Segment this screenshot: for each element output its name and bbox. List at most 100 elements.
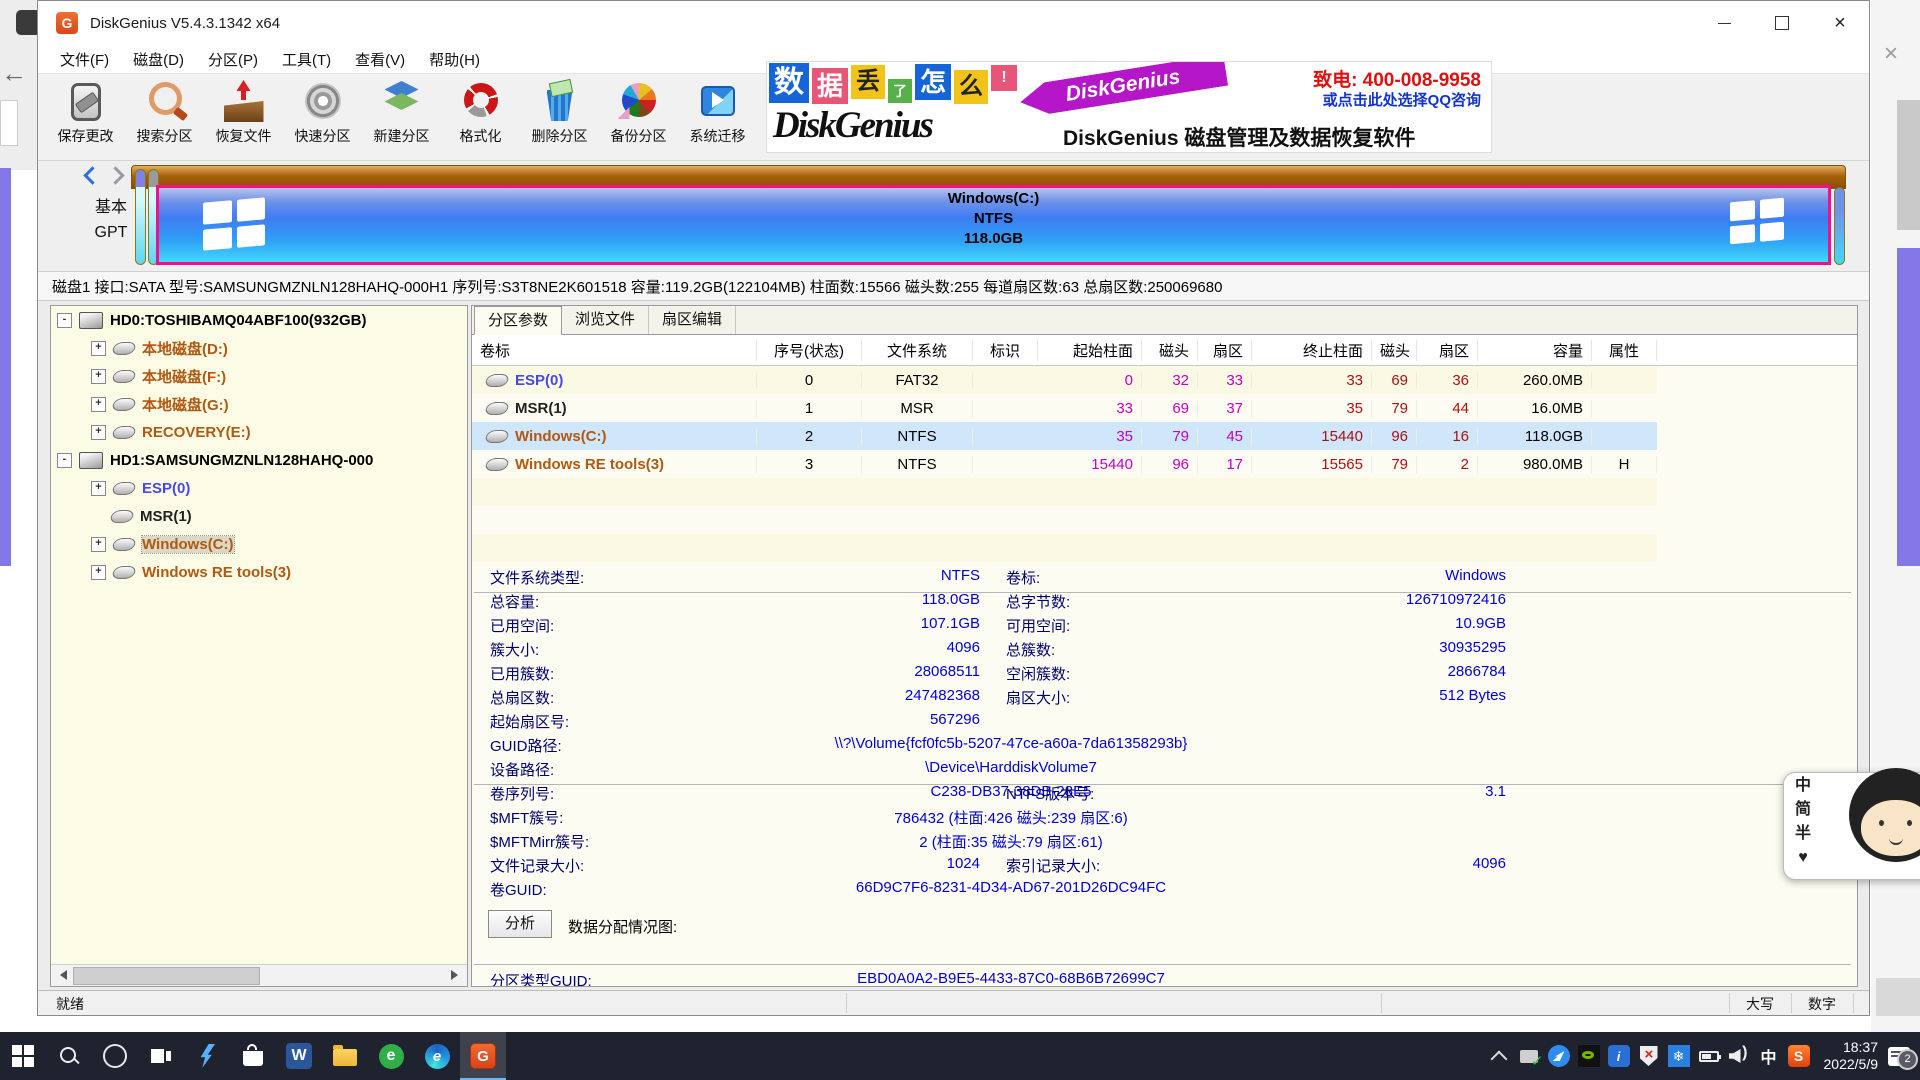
ad-qq-link[interactable]: 或点击此处选择QQ咨询 — [1323, 89, 1481, 110]
ad-tile: ! — [991, 65, 1017, 91]
menu-item-5[interactable]: 帮助(H) — [417, 49, 492, 70]
toolbar-backup-partition[interactable]: 备份分区 — [599, 74, 678, 160]
toolbar-quick-partition[interactable]: 快速分区 — [283, 74, 362, 160]
column-header-10[interactable]: 容量 — [1478, 340, 1592, 361]
tray-printer[interactable] — [1514, 1032, 1544, 1080]
toolbar-search-partition[interactable]: 搜索分区 — [125, 74, 204, 160]
taskbar-clock[interactable]: 18:37 2022/5/9 — [1814, 1039, 1889, 1073]
tray-battery[interactable] — [1694, 1032, 1724, 1080]
menu-item-0[interactable]: 文件(F) — [48, 49, 121, 70]
tray-chevron-up[interactable] — [1484, 1032, 1514, 1080]
tray-intel[interactable] — [1604, 1032, 1634, 1080]
expand-icon[interactable]: + — [91, 537, 106, 552]
column-header-4[interactable]: 起始柱面 — [1038, 340, 1142, 361]
tray-defender[interactable] — [1634, 1032, 1664, 1080]
scrollbar-thumb[interactable] — [73, 967, 260, 985]
ad-banner[interactable]: 数据丢了怎么! DiskGenius 致电: 400-008-9958 或点击此… — [766, 61, 1492, 153]
partition-esp-bar[interactable] — [135, 169, 146, 265]
column-header-1[interactable]: 序号(状态) — [757, 340, 862, 361]
tree-item-1[interactable]: +本地磁盘(D:) — [51, 334, 467, 362]
tray-volume[interactable] — [1724, 1032, 1754, 1080]
nav-left-icon[interactable] — [83, 166, 101, 184]
ime-floating-widget[interactable]: 中简半♥ — [1783, 768, 1920, 884]
partition-windows-bar[interactable]: Windows(C:) NTFS 118.0GB — [156, 185, 1831, 265]
scroll-right-icon[interactable] — [447, 965, 467, 985]
tab-3[interactable]: 扇区编辑 — [649, 306, 736, 334]
column-header-2[interactable]: 文件系统 — [862, 340, 973, 361]
minimize-button[interactable] — [1695, 1, 1753, 45]
ime-option-0[interactable]: 中 — [1795, 774, 1811, 798]
table-row[interactable]: MSR(1)1MSR33693735794416.0MB — [472, 394, 1657, 422]
tree-item-5[interactable]: -HD1:SAMSUNGMZNLN128HAHQ-000 — [51, 446, 467, 474]
close-button[interactable]: × — [1811, 1, 1869, 45]
tray-snowflake[interactable] — [1664, 1032, 1694, 1080]
expand-icon[interactable]: + — [91, 481, 106, 496]
scroll-left-icon[interactable] — [51, 965, 71, 985]
tree-hscrollbar[interactable] — [51, 964, 467, 986]
tray-dingtalk[interactable] — [1544, 1032, 1574, 1080]
tree-item-0[interactable]: -HD0:TOSHIBAMQ04ABF100(932GB) — [51, 306, 467, 334]
tree-item-2[interactable]: +本地磁盘(F:) — [51, 362, 467, 390]
menu-item-1[interactable]: 磁盘(D) — [121, 49, 196, 70]
taskbar-start[interactable] — [0, 1032, 46, 1080]
table-row[interactable]: ESP(0)0FAT3203233336936260.0MB — [472, 366, 1657, 394]
tree-item-4[interactable]: +RECOVERY(E:) — [51, 418, 467, 446]
tree-item-8[interactable]: +Windows(C:) — [51, 530, 467, 558]
expand-icon[interactable]: + — [91, 397, 106, 412]
column-header-9[interactable]: 扇区 — [1417, 340, 1478, 361]
toolbar-delete-partition[interactable]: 删除分区 — [520, 74, 599, 160]
column-header-8[interactable]: 磁头 — [1372, 340, 1417, 361]
expand-icon[interactable]: + — [91, 425, 106, 440]
column-header-7[interactable]: 终止柱面 — [1252, 340, 1372, 361]
taskbar-diskgenius[interactable] — [460, 1032, 506, 1080]
column-header-5[interactable]: 磁头 — [1142, 340, 1198, 361]
taskbar-word[interactable] — [276, 1032, 322, 1080]
taskbar-task-view[interactable] — [138, 1032, 184, 1080]
partition-retools-bar[interactable] — [1834, 187, 1845, 265]
taskbar-cortana[interactable] — [92, 1032, 138, 1080]
ime-option-2[interactable]: 半 — [1795, 822, 1811, 846]
collapse-icon[interactable]: - — [57, 313, 72, 328]
tray-ime[interactable]: 中 — [1754, 1032, 1784, 1080]
column-header-11[interactable]: 属性 — [1592, 340, 1657, 361]
expand-icon[interactable]: + — [91, 565, 106, 580]
taskbar-file-explorer[interactable] — [322, 1032, 368, 1080]
column-header-0[interactable]: 卷标 — [472, 340, 757, 361]
maximize-button[interactable] — [1753, 1, 1811, 45]
tree-item-9[interactable]: +Windows RE tools(3) — [51, 558, 467, 586]
toolbar-save-changes[interactable]: 保存更改 — [46, 74, 125, 160]
tree-item-7[interactable]: MSR(1) — [51, 502, 467, 530]
tab-2[interactable]: 浏览文件 — [562, 306, 649, 334]
taskbar-flash[interactable] — [184, 1032, 230, 1080]
analyze-button[interactable]: 分析 — [488, 910, 552, 938]
table-row[interactable]: Windows RE tools(3)3NTFS1544096171556579… — [472, 450, 1657, 478]
background-scrollbar[interactable] — [1897, 100, 1920, 230]
menu-item-2[interactable]: 分区(P) — [196, 49, 270, 70]
notification-icon[interactable]: 2 — [1888, 1047, 1910, 1066]
tab-1[interactable]: 分区参数 — [474, 306, 562, 335]
taskbar-store[interactable] — [230, 1032, 276, 1080]
tree-item-6[interactable]: +ESP(0) — [51, 474, 467, 502]
ime-option-1[interactable]: 简 — [1795, 798, 1811, 822]
taskbar-browser-360[interactable] — [368, 1032, 414, 1080]
table-row[interactable]: Windows(C:)2NTFS357945154409616118.0GB — [472, 422, 1657, 450]
ime-option-3[interactable]: ♥ — [1798, 846, 1808, 870]
nav-right-icon[interactable] — [106, 166, 124, 184]
column-header-3[interactable]: 标识 — [973, 340, 1038, 361]
tray-sogou[interactable] — [1784, 1032, 1814, 1080]
menu-item-3[interactable]: 工具(T) — [270, 49, 343, 70]
taskbar-search[interactable] — [46, 1032, 92, 1080]
tray-nvidia[interactable] — [1574, 1032, 1604, 1080]
toolbar-recover-files[interactable]: 恢复文件 — [204, 74, 283, 160]
detail-value: \\?\Volume{fcf0fc5b-5207-47ce-a60a-7da61… — [572, 735, 1450, 752]
menu-item-4[interactable]: 查看(V) — [343, 49, 417, 70]
expand-icon[interactable]: + — [91, 369, 106, 384]
toolbar-new-partition[interactable]: 新建分区 — [362, 74, 441, 160]
column-header-6[interactable]: 扇区 — [1198, 340, 1252, 361]
collapse-icon[interactable]: - — [57, 453, 72, 468]
expand-icon[interactable]: + — [91, 341, 106, 356]
taskbar-edge[interactable] — [414, 1032, 460, 1080]
toolbar-system-migrate[interactable]: 系统迁移 — [678, 74, 757, 160]
toolbar-format[interactable]: 格式化 — [441, 74, 520, 160]
tree-item-3[interactable]: +本地磁盘(G:) — [51, 390, 467, 418]
